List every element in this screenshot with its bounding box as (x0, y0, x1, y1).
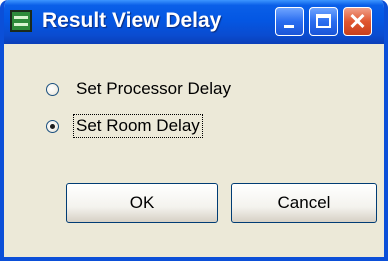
radio-label-processor-delay[interactable]: Set Processor Delay (74, 78, 233, 100)
radio-option-room-delay[interactable]: Set Room Delay (46, 114, 203, 138)
ok-button[interactable]: OK (66, 183, 218, 223)
close-icon: ✕ (348, 9, 367, 34)
radio-option-processor-delay[interactable]: Set Processor Delay (46, 78, 233, 100)
window-title: Result View Delay (42, 9, 222, 32)
maximize-button[interactable] (309, 7, 338, 36)
title-bar[interactable]: Result View Delay ✕ (4, 0, 384, 44)
app-window-icon (10, 10, 32, 32)
minimize-icon (284, 25, 294, 28)
close-button[interactable]: ✕ (343, 7, 372, 36)
result-view-delay-dialog: Result View Delay ✕ Set Processor Delay … (0, 0, 388, 261)
cancel-button[interactable]: Cancel (231, 183, 377, 223)
radio-button-room-delay[interactable] (46, 119, 59, 133)
minimize-button[interactable] (275, 7, 304, 36)
maximize-icon (316, 14, 331, 28)
radio-button-processor-delay[interactable] (46, 82, 59, 96)
radio-label-room-delay[interactable]: Set Room Delay (73, 114, 203, 138)
